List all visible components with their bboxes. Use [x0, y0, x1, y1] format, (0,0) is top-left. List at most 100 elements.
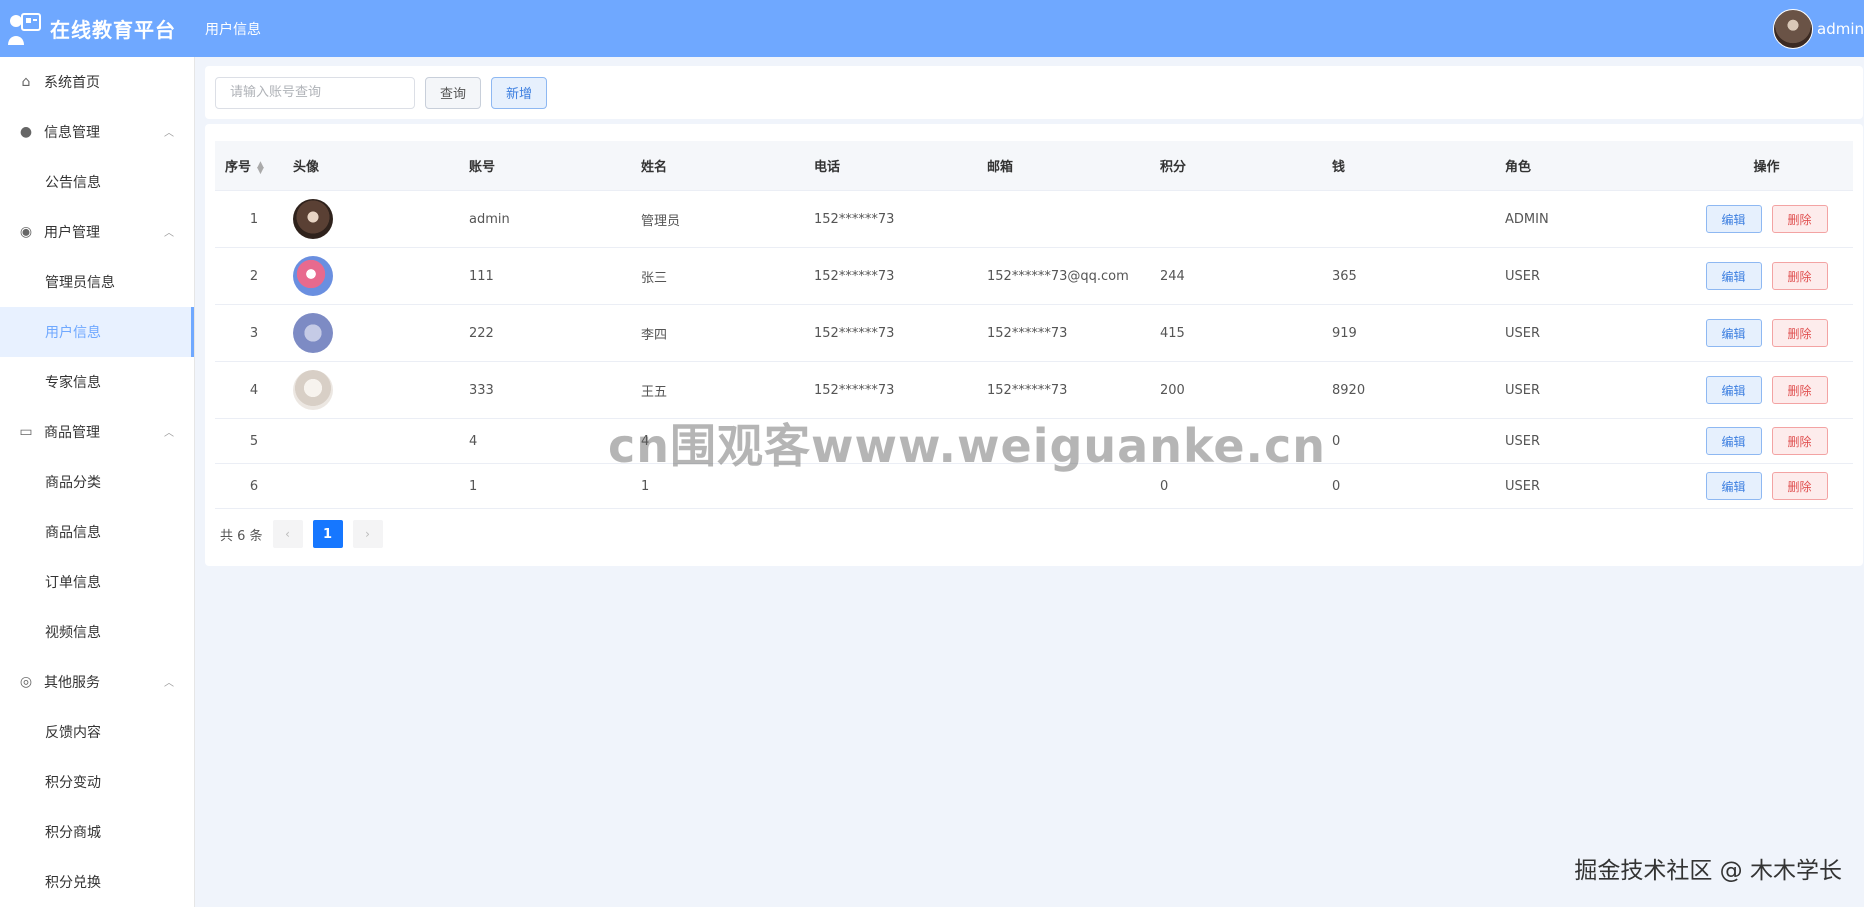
delete-button[interactable]: 删除 — [1771, 205, 1828, 233]
sidebar-item[interactable]: 专家信息 — [0, 357, 194, 407]
avatar[interactable] — [293, 256, 333, 296]
sidebar-item[interactable]: ⌂ 系统首页 — [0, 57, 194, 107]
delete-button[interactable]: 删除 — [1771, 376, 1828, 404]
cell-avatar — [293, 313, 469, 353]
user-table-card: 序号 ▲ ▼ 头像 账号 姓名 电话 邮箱 积分 钱 角色 操作 1 admin 管理员… — [205, 124, 1863, 566]
cell-phone: 152******73 — [814, 382, 895, 398]
avatar[interactable] — [293, 313, 333, 353]
sidebar-item[interactable]: 商品信息 — [0, 507, 194, 557]
sidebar-item[interactable]: 积分商城 — [0, 807, 194, 857]
edit-button[interactable]: 编辑 — [1705, 472, 1762, 500]
sidebar-item[interactable]: 视频信息 — [0, 607, 194, 657]
bulb-icon: ● — [19, 124, 33, 140]
cell-role: USER — [1505, 268, 1541, 284]
page-number[interactable]: 1 — [312, 520, 343, 548]
cell-role: USER — [1505, 382, 1541, 398]
edit-button[interactable]: 编辑 — [1705, 205, 1762, 233]
cell-no: 5 — [249, 433, 259, 449]
chevron-up-icon[interactable]: ︿ — [164, 224, 174, 239]
cell-score: 244 — [1160, 268, 1185, 284]
cell-money: 8920 — [1332, 382, 1366, 398]
edit-button[interactable]: 编辑 — [1705, 319, 1762, 347]
cell-money: 365 — [1332, 268, 1357, 284]
cell-actions: 编辑 删除 — [1680, 472, 1853, 500]
query-button[interactable]: 查询 — [425, 76, 481, 109]
delete-button[interactable]: 删除 — [1771, 262, 1828, 290]
delete-button[interactable]: 删除 — [1771, 427, 1828, 455]
search-input[interactable] — [215, 76, 415, 109]
sidebar-item-label: 其他服务 — [44, 675, 100, 691]
table-header: 序号 ▲ ▼ 头像 账号 姓名 电话 邮箱 积分 钱 角色 操作 — [215, 141, 1853, 191]
edit-button[interactable]: 编辑 — [1705, 262, 1762, 290]
user-name[interactable]: admin — [1817, 20, 1864, 38]
sidebar-item[interactable]: 商品分类 — [0, 457, 194, 507]
add-button[interactable]: 新增 — [491, 76, 547, 109]
cell-avatar — [293, 199, 469, 239]
search-bar: 查询 新增 — [205, 66, 1863, 119]
col-header-role: 角色 — [1505, 160, 1532, 175]
sidebar-item-label: 系统首页 — [44, 75, 100, 91]
sidebar-item-label: 公告信息 — [45, 175, 101, 191]
sidebar-item[interactable]: 积分变动 — [0, 757, 194, 807]
cell-account: 1 — [469, 478, 478, 494]
breadcrumb: 用户信息 — [205, 21, 261, 38]
delete-button[interactable]: 删除 — [1771, 472, 1828, 500]
logo[interactable]: 在线教育平台 — [0, 11, 195, 47]
cell-actions: 编辑 删除 — [1680, 262, 1853, 290]
cell-avatar — [293, 256, 469, 296]
sidebar-item[interactable]: ▭ 商品管理 ︿ — [0, 407, 194, 457]
sidebar-item-label: 积分商城 — [45, 825, 101, 841]
next-page-icon[interactable]: › — [352, 520, 383, 548]
sidebar-item[interactable]: 订单信息 — [0, 557, 194, 607]
prev-page-icon[interactable]: ‹ — [272, 520, 303, 548]
sidebar: ⌂ 系统首页 ● 信息管理 ︿ 公告信息 ◉ 用户管理 ︿ 管理员信息 用户信息 专家信息 ▭ 商品管理 ︿… — [0, 57, 195, 907]
cell-score: 415 — [1160, 325, 1185, 341]
top-header: 在线教育平台 用户信息 admin — [0, 0, 1864, 57]
sidebar-item[interactable]: 用户信息 — [0, 307, 194, 357]
sidebar-item-label: 用户管理 — [44, 225, 100, 241]
sidebar-item[interactable]: ◉ 用户管理 ︿ — [0, 207, 194, 257]
cell-no: 4 — [249, 382, 259, 398]
table-row: 1 admin 管理员 152******73 ADMIN 编辑 删除 — [215, 191, 1853, 248]
cell-email: 152******73 — [987, 325, 1068, 341]
col-header-phone: 电话 — [814, 160, 841, 175]
edit-button[interactable]: 编辑 — [1705, 376, 1762, 404]
table-row: 3 222 李四 152******73 152******73 415 919 USER 编辑… — [215, 305, 1853, 362]
sidebar-item[interactable]: ◎ 其他服务 ︿ — [0, 657, 194, 707]
sidebar-item[interactable]: 管理员信息 — [0, 257, 194, 307]
cell-phone: 152******73 — [814, 268, 895, 284]
logo-icon — [6, 11, 42, 47]
sort-icon[interactable]: ▲ ▼ — [257, 160, 264, 175]
chevron-up-icon[interactable]: ︿ — [164, 674, 174, 689]
home-icon: ⌂ — [21, 74, 31, 90]
pagination-total: 共 6 条 — [220, 528, 263, 544]
avatar[interactable] — [1773, 8, 1813, 49]
cell-no: 6 — [249, 478, 259, 494]
avatar[interactable] — [293, 199, 333, 239]
col-header-name: 姓名 — [641, 160, 668, 175]
credit-text: 掘金技术社区 @ 木木学长 — [1574, 858, 1842, 884]
cell-account: 333 — [469, 382, 494, 398]
sidebar-item[interactable]: 公告信息 — [0, 157, 194, 207]
cell-score: 200 — [1160, 382, 1185, 398]
cell-actions: 编辑 删除 — [1680, 427, 1853, 455]
cell-actions: 编辑 删除 — [1680, 319, 1853, 347]
sidebar-item-label: 商品管理 — [44, 425, 100, 441]
cell-no: 2 — [249, 268, 259, 284]
app-title: 在线教育平台 — [50, 18, 176, 42]
cell-actions: 编辑 删除 — [1680, 376, 1853, 404]
delete-button[interactable]: 删除 — [1771, 319, 1828, 347]
col-header-no[interactable]: 序号 ▲ ▼ — [215, 156, 293, 175]
user-menu[interactable]: admin — [1773, 0, 1864, 57]
sidebar-item[interactable]: 反馈内容 — [0, 707, 194, 757]
cell-name: 张三 — [641, 270, 668, 286]
sidebar-item[interactable]: 积分兑换 — [0, 857, 194, 907]
chevron-up-icon[interactable]: ︿ — [164, 124, 174, 139]
chevron-up-icon[interactable]: ︿ — [164, 424, 174, 439]
col-header-score: 积分 — [1160, 160, 1187, 175]
cell-score: 0 — [1160, 478, 1169, 494]
cell-role: USER — [1505, 433, 1541, 449]
avatar[interactable] — [293, 370, 333, 410]
edit-button[interactable]: 编辑 — [1705, 427, 1762, 455]
sidebar-item[interactable]: ● 信息管理 ︿ — [0, 107, 194, 157]
